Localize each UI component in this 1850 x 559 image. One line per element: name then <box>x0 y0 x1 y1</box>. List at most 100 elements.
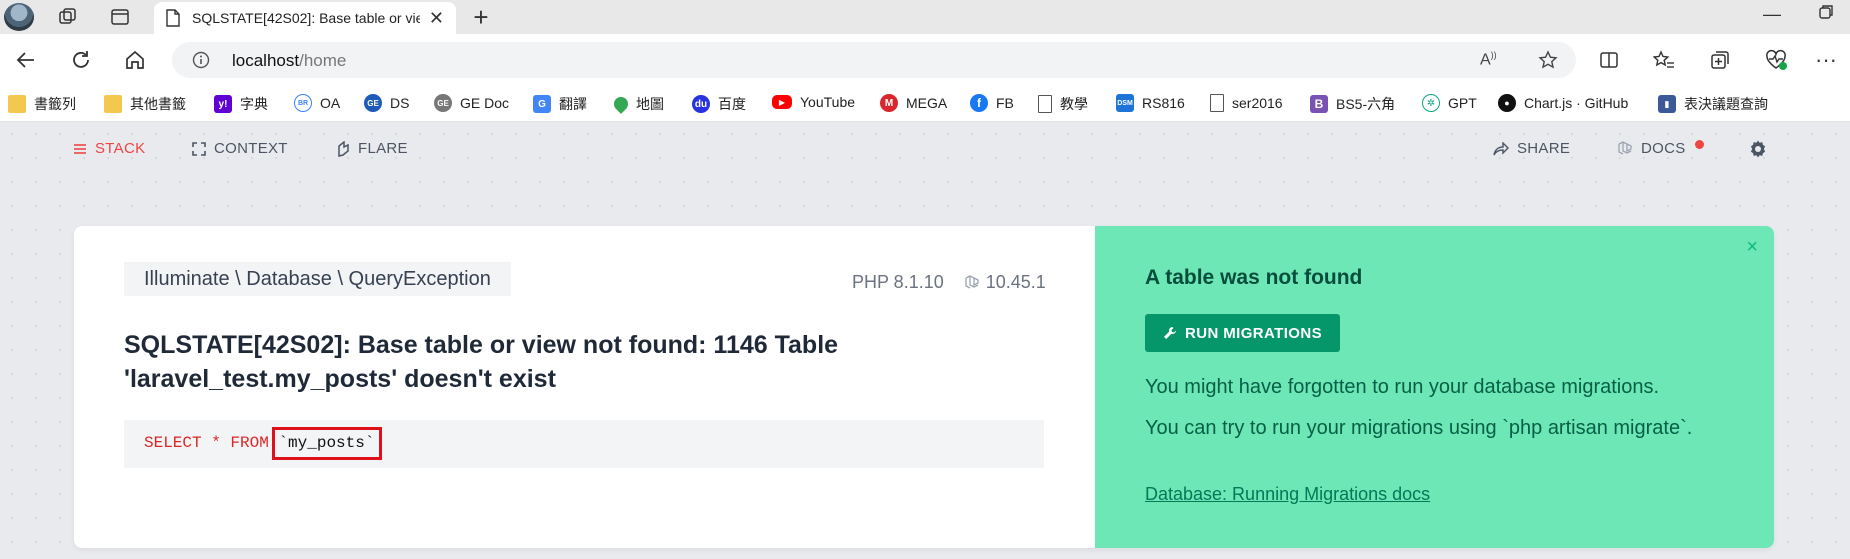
version-info: PHP 8.1.10 10.45.1 <box>852 272 1046 293</box>
bootstrap-icon: B <box>1310 95 1328 113</box>
browser-tab-bar: SQLSTATE[42S02]: Base table or view not … <box>0 0 1850 34</box>
bookmark-label: GPT <box>1448 95 1477 111</box>
tab-close-icon[interactable]: ✕ <box>429 8 444 29</box>
bookmark-item[interactable]: ✲ GPT <box>1422 94 1477 112</box>
docs-label: DOCS <box>1641 140 1686 157</box>
bookmark-label: ser2016 <box>1232 95 1283 111</box>
share-label: SHARE <box>1517 140 1571 157</box>
bookmark-label: 翻譯 <box>559 96 587 112</box>
bookmark-label: GE Doc <box>460 95 510 111</box>
notification-dot <box>1695 140 1704 149</box>
site-info-icon[interactable] <box>192 51 210 74</box>
context-icon <box>192 141 206 156</box>
laravel-icon <box>1618 140 1632 155</box>
page-icon <box>166 9 180 27</box>
error-message: SQLSTATE[42S02]: Base table or view not … <box>124 331 839 393</box>
nav-stack-tab[interactable]: STACK <box>73 140 145 157</box>
error-card: Illuminate \ Database \ QueryException P… <box>74 226 1774 548</box>
bookmark-label: RS816 <box>1142 95 1185 111</box>
bookmark-label: 百度 <box>718 96 746 112</box>
workspaces-icon[interactable] <box>54 4 82 30</box>
bookmark-item[interactable]: du 百度 <box>692 94 746 114</box>
page-icon <box>1038 95 1052 113</box>
bookmark-item[interactable]: B BS5-六角 <box>1310 94 1395 114</box>
bookmark-item[interactable]: f FB <box>970 94 1014 112</box>
bookmark-label: OA <box>320 95 341 111</box>
nav-context-tab[interactable]: CONTEXT <box>192 140 288 157</box>
bookmark-item[interactable]: ▶ YouTube <box>772 94 855 110</box>
collections-icon[interactable] <box>1706 46 1734 74</box>
favorites-icon[interactable] <box>1650 46 1678 74</box>
bookmark-item[interactable]: ● Chart.js · GitHub <box>1498 94 1628 112</box>
solution-text-1: You might have forgotten to run your dat… <box>1145 376 1660 398</box>
flare-icon <box>338 140 349 157</box>
vertical-tabs-icon[interactable] <box>106 4 134 30</box>
bookmark-item[interactable]: 地圖 <box>611 94 664 114</box>
dsm-icon: DSM <box>1116 94 1134 112</box>
bookmark-label: YouTube <box>800 94 856 110</box>
nav-stack-label: STACK <box>95 140 146 157</box>
wrench-icon <box>1164 327 1176 339</box>
exception-class[interactable]: Illuminate \ Database \ QueryException <box>124 262 511 296</box>
active-tab[interactable]: SQLSTATE[42S02]: Base table or view not … <box>154 2 456 34</box>
gov-icon: ▮ <box>1658 95 1676 113</box>
home-icon[interactable] <box>121 46 149 74</box>
tab-title: SQLSTATE[42S02]: Base table or view not … <box>192 10 420 26</box>
read-aloud-icon[interactable]: A)) <box>1480 50 1497 69</box>
sql-query-box: SELECT * FROM `my_posts` <box>124 420 1044 468</box>
reload-icon[interactable] <box>67 46 95 74</box>
bookmark-item[interactable]: 書籤列 <box>8 94 76 114</box>
url-text[interactable]: localhost/home <box>232 51 346 71</box>
split-screen-icon[interactable] <box>1595 46 1623 74</box>
solution-panel: × A table was not found RUN MIGRATIONS Y… <box>1095 226 1774 548</box>
bookmark-label: 表決議題查詢 <box>1684 96 1768 112</box>
bookmark-item[interactable]: GE DS <box>364 94 409 112</box>
url-host: localhost <box>232 51 300 70</box>
bookmark-item[interactable]: ▮ 表決議題查詢 <box>1658 94 1768 114</box>
new-tab-button[interactable]: + <box>466 2 496 33</box>
ge-icon: GE <box>434 94 452 112</box>
migrations-docs-link[interactable]: Database: Running Migrations docs <box>1145 484 1430 505</box>
close-icon[interactable]: × <box>1746 236 1758 259</box>
share-icon <box>1493 141 1509 155</box>
bookmark-label: BS5-六角 <box>1336 96 1396 112</box>
bookmark-label: MEGA <box>906 95 948 111</box>
solution-title: A table was not found <box>1145 266 1363 289</box>
back-icon[interactable] <box>12 46 40 74</box>
cloud-icon: BR <box>294 94 312 112</box>
bookmark-label: 教學 <box>1060 96 1088 112</box>
minimize-icon[interactable]: — <box>1763 4 1781 25</box>
bookmark-item[interactable]: 教學 <box>1038 94 1088 114</box>
browser-essentials-icon[interactable] <box>1762 46 1790 74</box>
favorite-star-icon[interactable] <box>1538 50 1558 75</box>
run-migrations-label: RUN MIGRATIONS <box>1185 324 1322 342</box>
share-button[interactable]: SHARE <box>1493 140 1570 157</box>
sql-keywords: SELECT * FROM <box>144 434 269 452</box>
bookmark-item[interactable]: DSM RS816 <box>1116 94 1185 112</box>
more-menu-icon[interactable]: ··· <box>1812 46 1840 74</box>
settings-gear-icon[interactable] <box>1748 139 1776 159</box>
bookmark-item[interactable]: y! 字典 <box>214 94 268 114</box>
docs-button[interactable]: DOCS <box>1617 140 1686 157</box>
bookmark-item[interactable]: G 翻譯 <box>533 94 587 114</box>
bookmark-item[interactable]: ser2016 <box>1210 94 1283 112</box>
stack-icon <box>74 143 86 154</box>
bookmark-item[interactable]: GE GE Doc <box>434 94 509 112</box>
error-page: STACK CONTEXT FLARE SHARE DOCS Illuminat… <box>0 122 1850 559</box>
bookmark-item[interactable]: BR OA <box>294 94 340 112</box>
bookmark-item[interactable]: 其他書籤 <box>104 94 186 114</box>
profile-avatar[interactable] <box>4 3 34 31</box>
run-migrations-button[interactable]: RUN MIGRATIONS <box>1145 314 1340 352</box>
bookmark-label: 地圖 <box>636 96 664 112</box>
nav-flare-label: FLARE <box>358 140 408 157</box>
openai-icon: ✲ <box>1422 94 1440 112</box>
nav-flare-tab[interactable]: FLARE <box>336 140 408 157</box>
bookmark-label: Chart.js · GitHub <box>1524 95 1629 111</box>
folder-icon <box>104 95 122 113</box>
bookmark-item[interactable]: M MEGA <box>880 94 947 112</box>
restore-icon[interactable] <box>1818 4 1834 25</box>
address-bar[interactable]: localhost/home A)) <box>172 42 1576 78</box>
bookmark-label: 字典 <box>240 96 268 112</box>
highlight-box <box>272 427 382 460</box>
mega-icon: M <box>880 94 898 112</box>
